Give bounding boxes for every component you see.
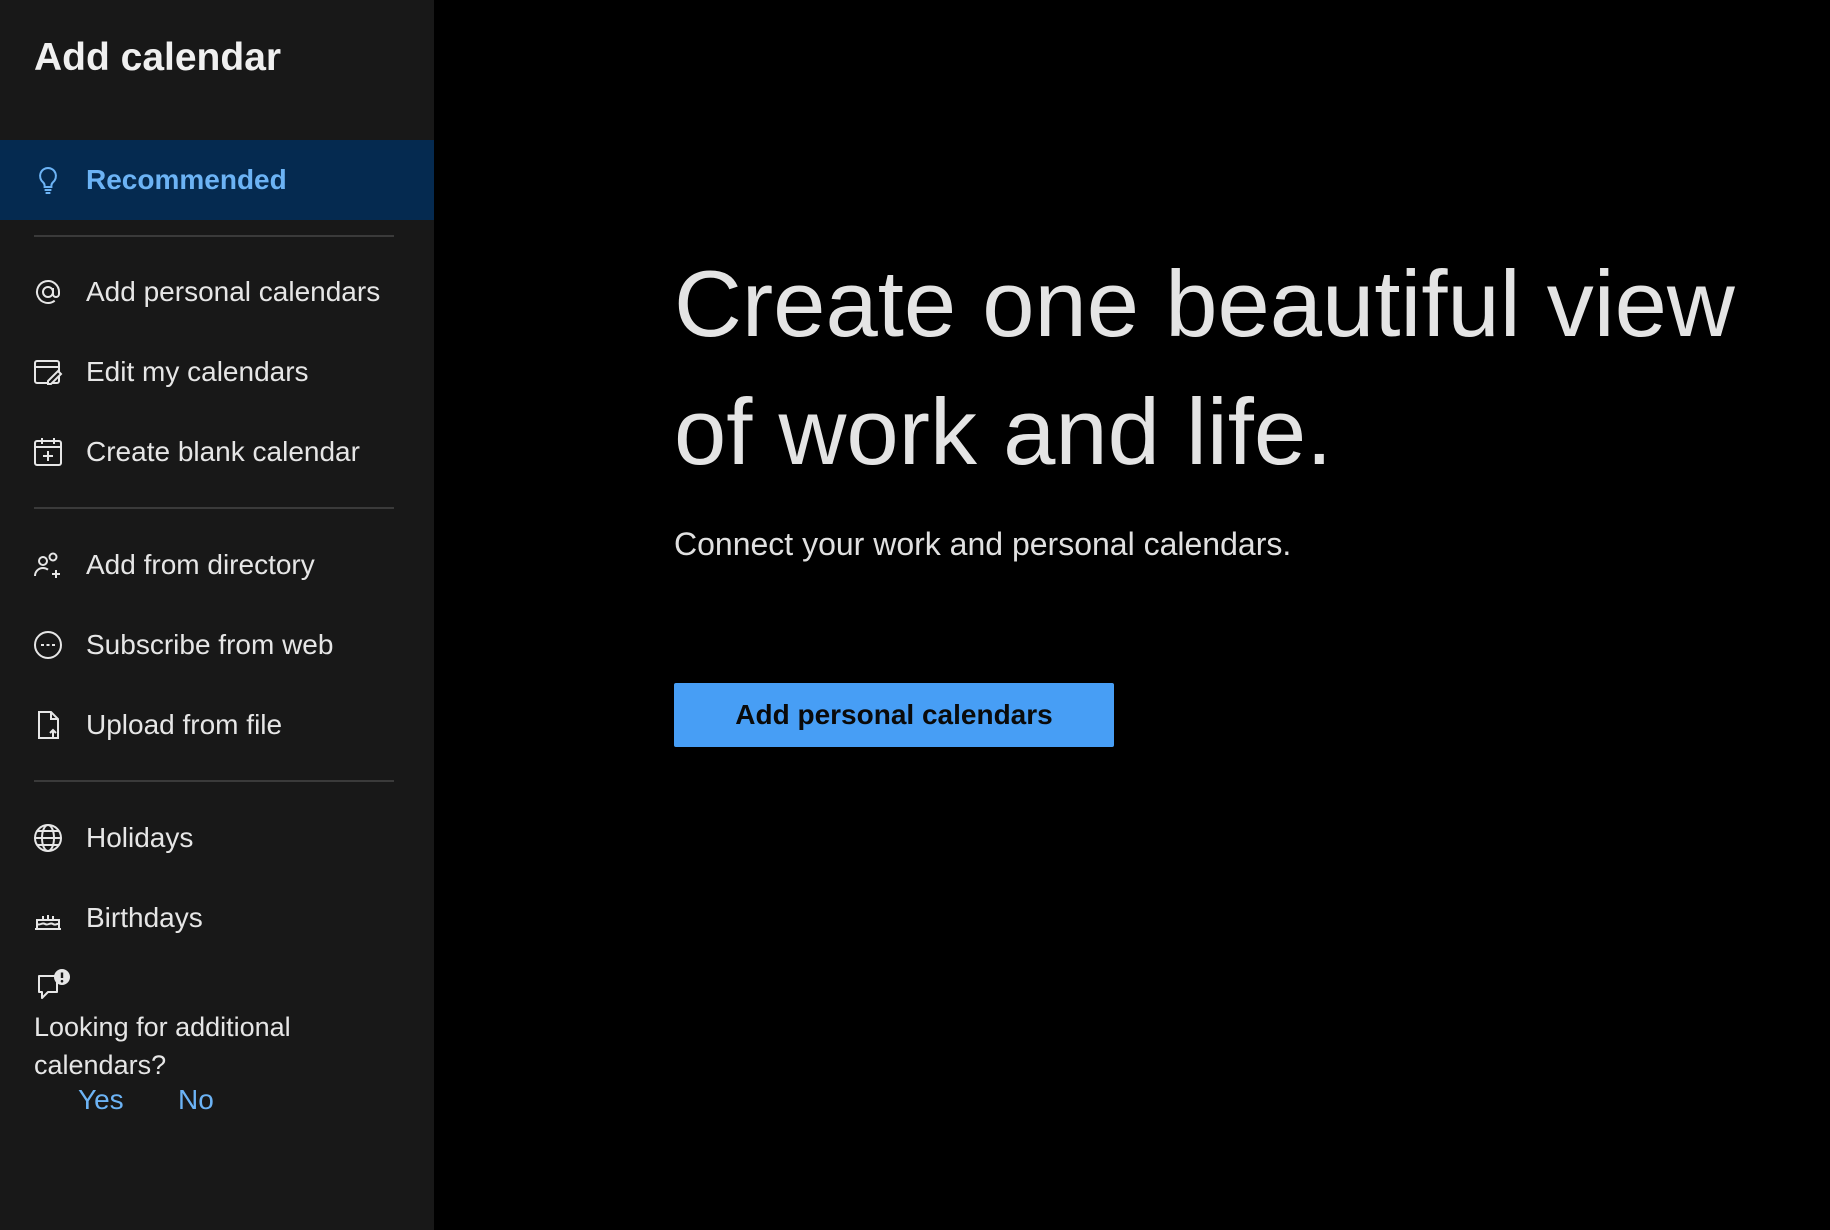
sidebar-divider — [34, 235, 394, 237]
add-personal-calendars-button[interactable]: Add personal calendars — [674, 683, 1114, 747]
feedback-alert-icon — [34, 968, 74, 1008]
lightbulb-icon — [32, 164, 64, 196]
feedback-yes-link[interactable]: Yes — [78, 1084, 124, 1116]
sidebar-item-label: Edit my calendars — [86, 356, 309, 387]
sidebar-divider — [34, 507, 394, 509]
sidebar-item-upload-from-file[interactable]: Upload from file — [0, 685, 434, 765]
sidebar-item-create-blank-calendar[interactable]: Create blank calendar — [0, 412, 434, 492]
hero-subtitle: Connect your work and personal calendars… — [674, 526, 1292, 562]
sidebar-item-recommended[interactable]: Recommended — [0, 140, 434, 220]
people-add-icon — [32, 549, 64, 581]
sidebar-item-holidays[interactable]: Holidays — [0, 798, 434, 878]
sidebar-item-label: Birthdays — [86, 902, 203, 933]
add-calendar-window: Add calendar Recommended Add personal ca… — [0, 0, 1830, 1230]
link-circle-icon — [32, 629, 64, 661]
globe-icon — [32, 822, 64, 854]
sidebar-title: Add calendar — [34, 36, 282, 79]
feedback-no-link[interactable]: No — [178, 1084, 214, 1116]
sidebar-item-label: Subscribe from web — [86, 629, 334, 660]
sidebar-item-add-from-directory[interactable]: Add from directory — [0, 525, 434, 605]
sidebar-item-birthdays[interactable]: Birthdays — [0, 878, 434, 958]
sidebar-divider — [34, 780, 394, 782]
calendar-add-icon — [32, 436, 64, 468]
hero-title: Create one beautiful view of work and li… — [674, 251, 1735, 484]
sidebar-item-label: Recommended — [86, 164, 287, 195]
feedback-question: Looking for additional calendars? — [34, 1012, 291, 1080]
file-upload-icon — [32, 709, 64, 741]
main-content: Create one beautiful view of work and li… — [434, 0, 1830, 1230]
sidebar-item-add-personal-calendars[interactable]: Add personal calendars — [0, 252, 434, 332]
sidebar-item-label: Add from directory — [86, 549, 315, 580]
cake-icon — [32, 902, 64, 934]
edit-calendar-icon — [32, 356, 64, 388]
at-sign-icon — [32, 276, 64, 308]
sidebar-item-label: Create blank calendar — [86, 436, 360, 467]
sidebar-item-edit-my-calendars[interactable]: Edit my calendars — [0, 332, 434, 412]
sidebar-item-label: Holidays — [86, 822, 194, 853]
sidebar: Add calendar Recommended Add personal ca… — [0, 0, 434, 1230]
sidebar-item-label: Add personal calendars — [86, 276, 381, 307]
sidebar-item-subscribe-from-web[interactable]: Subscribe from web — [0, 605, 434, 685]
sidebar-item-label: Upload from file — [86, 709, 283, 740]
